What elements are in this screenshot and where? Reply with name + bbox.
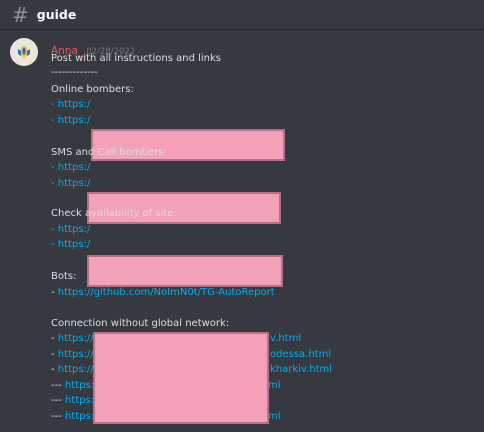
connection-line: - https:// bbox=[51, 348, 94, 362]
line-prefix: --- bbox=[51, 411, 66, 422]
connection-link-end[interactable]: odessa.html bbox=[270, 348, 331, 362]
avatar[interactable] bbox=[10, 38, 38, 66]
ukraine-emblem-avatar-icon bbox=[10, 38, 38, 66]
line-prefix: --- bbox=[51, 395, 66, 406]
connection-line: --- https:/ bbox=[51, 379, 98, 393]
sms-link-1[interactable]: - https:/ bbox=[51, 161, 90, 175]
channel-name[interactable]: guide bbox=[37, 7, 77, 22]
online-link-2[interactable]: - https:/ bbox=[51, 114, 90, 128]
connection-link-end[interactable]: ml bbox=[268, 379, 281, 393]
line-prefix: - bbox=[51, 333, 58, 344]
connection-link-end[interactable]: kharkiv.html bbox=[270, 363, 332, 377]
sms-link-2[interactable]: - https:/ bbox=[51, 177, 90, 191]
channel-header: # guide bbox=[0, 0, 484, 30]
connection-link-end[interactable]: v.html bbox=[270, 332, 301, 346]
line-prefix: - bbox=[51, 349, 58, 360]
github-link[interactable]: https://github.com/NoImN0t/TG-AutoReport bbox=[58, 287, 275, 298]
connection-link-start[interactable]: https:// bbox=[58, 349, 94, 360]
bots-prefix: - bbox=[51, 287, 58, 298]
section-heading-sms: SMS and Call bombers: bbox=[51, 147, 167, 158]
connection-link-end[interactable]: ml bbox=[268, 410, 281, 424]
divider-text: ------------- bbox=[51, 67, 98, 78]
connection-link-start[interactable]: https:// bbox=[58, 333, 94, 344]
connection-line: --- https:/ bbox=[51, 394, 98, 408]
section-heading-connection: Connection without global network: bbox=[51, 318, 230, 329]
section-heading-check: Check availability of site: bbox=[51, 208, 177, 219]
redaction-block bbox=[87, 255, 283, 287]
connection-line: - https:// bbox=[51, 332, 94, 346]
connection-line: - https:// bbox=[51, 363, 94, 377]
line-prefix: - bbox=[51, 364, 58, 375]
connection-line: --- https:/ bbox=[51, 410, 98, 424]
redaction-block bbox=[93, 332, 269, 424]
bots-line: - https://github.com/NoImN0t/TG-AutoRepo… bbox=[51, 286, 275, 300]
line-prefix: --- bbox=[51, 380, 66, 391]
online-link-1[interactable]: - https:/ bbox=[51, 98, 90, 112]
post-title: Post with all instructions and links bbox=[51, 53, 221, 64]
check-link-2[interactable]: - https:/ bbox=[51, 238, 90, 252]
hashtag-icon: # bbox=[12, 2, 29, 27]
section-heading-bots: Bots: bbox=[51, 271, 77, 282]
check-link-1[interactable]: - https:/ bbox=[51, 223, 90, 237]
connection-link-start[interactable]: https:// bbox=[58, 364, 94, 375]
section-heading-online: Online bombers: bbox=[51, 84, 134, 95]
message: Anna_ 02/28/2022 Post with all instructio… bbox=[0, 30, 484, 432]
